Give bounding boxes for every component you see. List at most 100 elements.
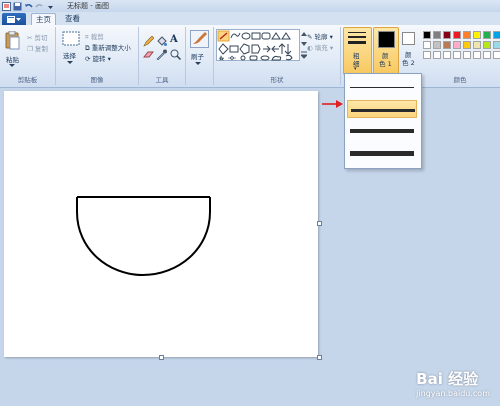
palette-swatch[interactable]: [443, 31, 451, 39]
watermark-url: jingyan.baidu.com: [416, 389, 490, 398]
select-dropdown-icon[interactable]: [67, 59, 73, 67]
palette-swatch[interactable]: [473, 41, 481, 49]
clipboard-group: 粘贴 ✂ 剪切 ❐ 复制 剪贴板: [0, 27, 56, 85]
palette-swatch[interactable]: [483, 41, 491, 49]
size-option-line: [350, 129, 414, 133]
palette-swatch[interactable]: [493, 31, 500, 39]
resize-icon: ⧉: [85, 44, 90, 52]
palette-swatch[interactable]: [433, 41, 441, 49]
select-icon[interactable]: [62, 31, 80, 49]
palette-swatch[interactable]: [443, 51, 451, 59]
fill-label: 填充: [314, 44, 328, 52]
size-button[interactable]: 粗 细 ▾: [343, 27, 372, 75]
watermark-brand: Bai 经验: [416, 370, 479, 388]
size-dropdown: [344, 73, 422, 169]
palette-swatch[interactable]: [423, 31, 431, 39]
cut-button[interactable]: ✂ 剪切: [27, 32, 48, 42]
palette-swatch[interactable]: [453, 51, 461, 59]
color2-swatch: [402, 32, 415, 45]
pencil-icon[interactable]: [143, 35, 155, 49]
size-option[interactable]: [347, 78, 417, 96]
palette-swatch[interactable]: [423, 41, 431, 49]
resize-label: 重新调整大小: [91, 44, 131, 52]
semicircle-drawing: [76, 196, 211, 277]
outline-label: 轮廓: [314, 33, 328, 41]
baidu-watermark: Bai 经验 jingyan.baidu.com: [416, 368, 490, 398]
palette-swatch[interactable]: [453, 41, 461, 49]
palette-swatch[interactable]: [463, 41, 471, 49]
fill-icon: ◐: [307, 44, 313, 52]
palette-swatch[interactable]: [483, 51, 491, 59]
shapes-group-label: 形状: [270, 76, 284, 84]
size-option[interactable]: [347, 144, 417, 162]
resize-handle-corner[interactable]: [317, 355, 322, 360]
palette-swatch[interactable]: [433, 51, 441, 59]
color1-button[interactable]: 颜 色 1: [373, 27, 399, 75]
palette-swatch[interactable]: [493, 41, 500, 49]
tools-group-label: 工具: [155, 76, 169, 84]
rotate-button[interactable]: ⟳ 旋转 ▾: [85, 53, 111, 63]
brush-icon[interactable]: [190, 30, 209, 50]
app-icon[interactable]: [2, 1, 11, 11]
palette-swatch[interactable]: [483, 31, 491, 39]
cut-label: 剪切: [34, 34, 48, 42]
magnifier-icon[interactable]: [170, 49, 182, 62]
scissors-icon: ✂: [27, 34, 33, 42]
resize-button[interactable]: ⧉ 重新调整大小: [85, 42, 131, 53]
line-width-icon: [348, 32, 366, 44]
color2-label-2: 色 2: [402, 59, 415, 67]
redo-icon[interactable]: [35, 2, 44, 11]
drawing-canvas[interactable]: [4, 91, 318, 357]
image-group-label: 图像: [90, 76, 104, 84]
fill-dropdown-icon: ▾: [329, 44, 334, 52]
size-option-line: [350, 151, 414, 156]
window-title: 无标题 - 画图: [67, 2, 109, 10]
brushes-dropdown-icon[interactable]: [195, 60, 201, 68]
resize-handle-right[interactable]: [317, 221, 322, 226]
rotate-label: 旋转: [92, 55, 106, 63]
paste-dropdown-icon[interactable]: [9, 62, 15, 70]
size-dropdown-icon: ▾: [354, 66, 357, 72]
fill-bucket-icon[interactable]: [156, 36, 167, 49]
colors-group: 颜色: [420, 27, 500, 85]
copy-button[interactable]: ❐ 复制: [27, 43, 48, 53]
copy-icon: ❐: [27, 45, 33, 53]
palette-swatch[interactable]: [493, 51, 500, 59]
color2-button[interactable]: 颜 色 2: [399, 27, 419, 73]
undo-icon[interactable]: [24, 2, 33, 11]
paint-menu-button[interactable]: [2, 13, 26, 25]
ribbon-tabs: 主页 查看: [0, 12, 500, 26]
text-tool-icon[interactable]: A: [170, 34, 178, 45]
rotate-dropdown-icon: ▾: [107, 55, 111, 63]
size-option[interactable]: [347, 122, 417, 140]
tab-view[interactable]: 查看: [61, 13, 84, 25]
size-option-line: [351, 109, 415, 112]
palette-swatch[interactable]: [463, 51, 471, 59]
paste-icon[interactable]: [5, 30, 21, 53]
outline-button[interactable]: ✎ 轮廓 ▾: [307, 31, 333, 41]
shapes-gallery[interactable]: [216, 29, 300, 63]
color-palette: [423, 31, 500, 63]
palette-swatch[interactable]: [433, 31, 441, 39]
palette-swatch[interactable]: [423, 51, 431, 59]
palette-swatch[interactable]: [453, 31, 461, 39]
palette-swatch[interactable]: [463, 31, 471, 39]
palette-swatch[interactable]: [473, 51, 481, 59]
color1-label-2: 色 1: [379, 60, 392, 68]
crop-button[interactable]: ⌗ 裁剪: [85, 31, 104, 42]
resize-handle-bottom[interactable]: [159, 355, 164, 360]
outline-icon: ✎: [307, 33, 313, 41]
image-group: 选择 ⌗ 裁剪 ⧉ 重新调整大小 ⟳ 旋转 ▾ 图像: [56, 27, 139, 85]
palette-swatch[interactable]: [443, 41, 451, 49]
save-icon[interactable]: [13, 2, 22, 11]
eraser-icon[interactable]: [142, 50, 155, 61]
qat-dropdown-icon[interactable]: [46, 2, 55, 11]
color-picker-icon[interactable]: [156, 49, 167, 62]
fill-button[interactable]: ◐ 填充 ▾: [307, 42, 333, 52]
brushes-group: 刷子: [186, 27, 214, 85]
copy-label: 复制: [34, 45, 48, 53]
color1-swatch: [378, 31, 395, 48]
title-bar: 无标题 - 画图: [0, 0, 500, 12]
size-option[interactable]: [347, 100, 417, 118]
palette-swatch[interactable]: [473, 31, 481, 39]
